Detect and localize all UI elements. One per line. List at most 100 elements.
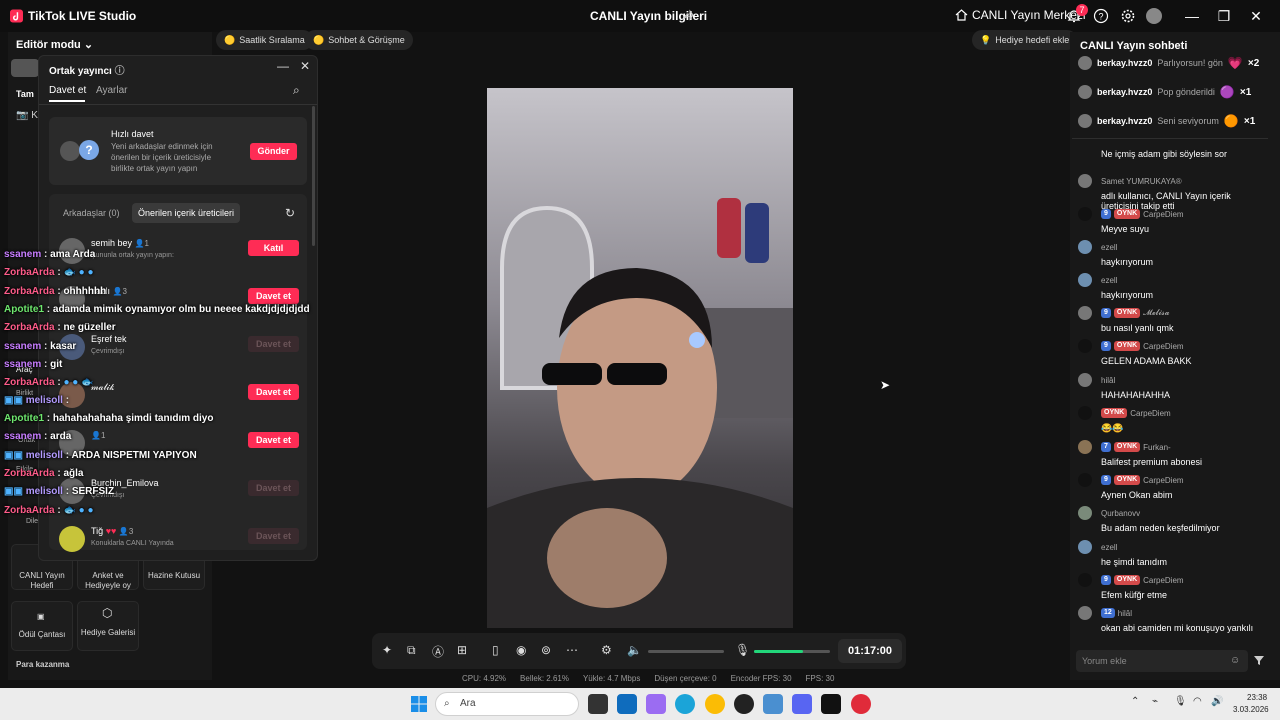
avatar bbox=[1078, 573, 1092, 587]
invite-button[interactable]: Davet et bbox=[248, 528, 299, 544]
chat-user[interactable]: ezell bbox=[1101, 543, 1117, 552]
speaker-icon[interactable]: 🔈 bbox=[627, 643, 643, 659]
translate-icon[interactable]: ⧉ bbox=[407, 643, 423, 659]
close-icon[interactable]: ✕ bbox=[300, 59, 310, 73]
microphone-tray-icon[interactable]: 🎙 bbox=[1174, 696, 1187, 707]
bulb-icon: 💡 bbox=[980, 34, 992, 45]
hourly-ranking-pill[interactable]: 🟡 Saatlik Sıralama bbox=[216, 30, 313, 50]
join-button[interactable]: Katıl bbox=[248, 240, 299, 256]
microphone-icon[interactable]: 🎙 bbox=[735, 643, 751, 659]
screenshot-icon[interactable]: ⊚ bbox=[541, 643, 557, 659]
taskbar-search[interactable]: ⌕ Ara bbox=[435, 692, 579, 716]
camera-source[interactable]: 📷 K bbox=[16, 110, 38, 121]
chat-user[interactable]: 𝓜𝓮𝓵𝓲𝓼𝓪 bbox=[1143, 308, 1169, 318]
phone-icon[interactable]: ▯ bbox=[492, 643, 508, 659]
gift-user[interactable]: berkay.hvzz0 bbox=[1097, 58, 1152, 68]
overlay-message: SERFSIZ bbox=[71, 486, 115, 497]
scrollbar[interactable] bbox=[312, 106, 315, 246]
network-icon[interactable]: ⌁ bbox=[1152, 696, 1158, 707]
level-badge: 9 bbox=[1101, 308, 1111, 318]
chat-user[interactable]: ezell bbox=[1101, 243, 1117, 252]
edge-icon[interactable] bbox=[675, 694, 695, 714]
chat-user[interactable]: CarpeDiem bbox=[1130, 409, 1170, 418]
search-icon[interactable]: ⌕ bbox=[293, 83, 300, 98]
invite-button[interactable]: Davet et bbox=[248, 288, 299, 304]
invite-button[interactable]: Davet et bbox=[248, 432, 299, 448]
clock-date[interactable]: 3.03.2026 bbox=[1233, 705, 1269, 714]
overlay-message: git bbox=[50, 359, 63, 370]
tab-invite[interactable]: Davet et bbox=[49, 85, 86, 96]
chat-user[interactable]: CarpeDiem bbox=[1143, 576, 1183, 585]
add-source-icon[interactable]: ⊞ bbox=[457, 643, 473, 659]
invite-button[interactable]: Davet et bbox=[248, 336, 299, 352]
filter-icon[interactable] bbox=[1253, 654, 1265, 666]
taskbar-search-label: Ara bbox=[460, 698, 476, 709]
record-icon[interactable]: ◉ bbox=[516, 643, 532, 659]
window-maximize-button[interactable]: ❐ bbox=[1216, 8, 1232, 24]
stat-memory: Bellek: 2.61% bbox=[520, 674, 569, 683]
chat-user[interactable]: ezell bbox=[1101, 276, 1117, 285]
volume-icon[interactable]: 🔊 bbox=[1211, 696, 1223, 707]
emoji-icon[interactable]: ☺ bbox=[1230, 655, 1240, 666]
add-gift-goal-pill[interactable]: 💡 Hediye hedefi ekle bbox=[972, 30, 1078, 50]
invite-button[interactable]: Davet et bbox=[248, 384, 299, 400]
chat-user[interactable]: CarpeDiem bbox=[1143, 476, 1183, 485]
discord-icon[interactable] bbox=[792, 694, 812, 714]
help-icon[interactable]: ? bbox=[1093, 8, 1109, 24]
overlay-chat-line: ssanem : git bbox=[4, 359, 63, 370]
copilot-icon[interactable] bbox=[646, 694, 666, 714]
comment-input[interactable]: Yorum ekle bbox=[1076, 650, 1248, 672]
chat-user[interactable]: Qurbanovv bbox=[1101, 509, 1140, 518]
window-minimize-button[interactable]: — bbox=[1184, 8, 1200, 24]
svg-text:?: ? bbox=[1098, 12, 1103, 22]
tiktok-live-studio-icon[interactable] bbox=[821, 694, 841, 714]
gift-gallery-button[interactable]: ⬡ Hediye Galerisi bbox=[77, 601, 139, 651]
share-icon[interactable] bbox=[682, 9, 694, 21]
gift-user[interactable]: berkay.hvzz0 bbox=[1097, 116, 1152, 126]
send-invite-button[interactable]: Gönder bbox=[250, 143, 297, 160]
minimize-dialog-button[interactable]: — bbox=[277, 59, 289, 73]
performance-stats: CPU: 4.92% Bellek: 2.61% Yükle: 4.7 Mbps… bbox=[462, 674, 834, 683]
profile-avatar[interactable] bbox=[1146, 8, 1162, 24]
chat-call-label: Sohbet & Görüşme bbox=[328, 35, 405, 45]
mic-volume-slider[interactable] bbox=[754, 650, 830, 653]
reward-bag-button[interactable]: ▣ Ödül Çantası bbox=[11, 601, 73, 651]
tab-friends[interactable]: Arkadaşlar (0) bbox=[63, 208, 120, 218]
adjust-icon[interactable]: ⚙ bbox=[601, 643, 617, 659]
chevron-up-icon[interactable]: ⌃ bbox=[1131, 696, 1139, 707]
chat-user[interactable]: CarpeDiem bbox=[1143, 342, 1183, 351]
window-close-button[interactable]: ✕ bbox=[1248, 8, 1264, 24]
info-icon[interactable]: ⓘ bbox=[115, 66, 125, 77]
gift-user[interactable]: berkay.hvzz0 bbox=[1097, 87, 1152, 97]
recorder-icon[interactable] bbox=[851, 694, 871, 714]
task-view-icon[interactable] bbox=[588, 694, 608, 714]
wifi-icon[interactable]: ◠ bbox=[1193, 696, 1202, 707]
chat-call-pill[interactable]: 🟡 Sohbet & Görüşme bbox=[305, 30, 413, 50]
scene-thumbnail[interactable] bbox=[11, 59, 39, 77]
chat-user[interactable]: Furkan- bbox=[1143, 443, 1171, 452]
tab-settings[interactable]: Ayarlar bbox=[96, 85, 128, 96]
refresh-icon[interactable]: ↻ bbox=[285, 206, 295, 220]
more-icon[interactable]: ⋯ bbox=[566, 643, 582, 659]
ai-icon[interactable]: Ⓐ bbox=[432, 643, 448, 659]
avatar bbox=[1078, 540, 1092, 554]
editor-mode-dropdown[interactable]: Editör modu ⌄ bbox=[16, 38, 93, 51]
chat-user[interactable]: CarpeDiem bbox=[1143, 210, 1183, 219]
obs-icon[interactable] bbox=[734, 694, 754, 714]
speaker-volume-slider[interactable] bbox=[648, 650, 724, 653]
chat-user[interactable]: hilâl bbox=[1101, 376, 1115, 385]
clock-time[interactable]: 23:38 bbox=[1247, 693, 1267, 702]
settings-gear-icon[interactable] bbox=[1120, 8, 1136, 24]
settings-app-icon[interactable] bbox=[763, 694, 783, 714]
windows-start-icon[interactable] bbox=[411, 696, 427, 712]
quick-invite-description: Yeni arkadaşlar edinmek için önerilen bi… bbox=[111, 142, 213, 173]
chrome-icon[interactable] bbox=[705, 694, 725, 714]
avatar bbox=[1078, 114, 1092, 128]
tab-suggested-creators[interactable]: Önerilen içerik üreticileri bbox=[132, 203, 241, 223]
overlay-message: arda bbox=[50, 431, 72, 442]
chat-user[interactable]: Samet YUMRUKAYA® bbox=[1101, 177, 1182, 186]
invite-button[interactable]: Davet et bbox=[248, 480, 299, 496]
magic-wand-icon[interactable]: ✦ bbox=[382, 643, 398, 659]
chat-user[interactable]: hilâl bbox=[1118, 609, 1132, 618]
outlook-icon[interactable] bbox=[617, 694, 637, 714]
